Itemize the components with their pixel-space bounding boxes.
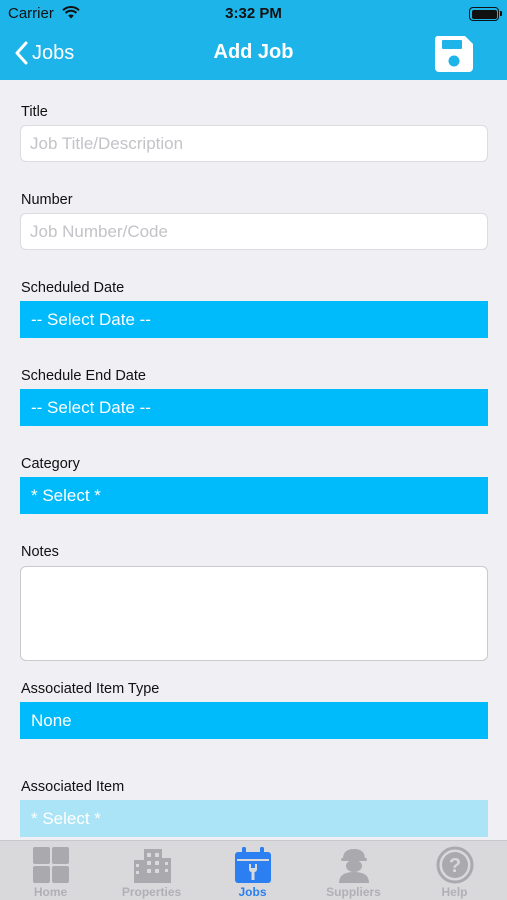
notes-textarea[interactable] xyxy=(20,566,488,661)
tab-suppliers[interactable]: Suppliers xyxy=(303,841,404,900)
associated-item-type-label: Associated Item Type xyxy=(21,681,160,697)
title-label: Title xyxy=(21,104,48,120)
category-label: Category xyxy=(21,456,80,472)
associated-item-select[interactable]: * Select * xyxy=(20,800,488,837)
tab-jobs[interactable]: Jobs xyxy=(202,841,303,900)
tab-properties[interactable]: Properties xyxy=(101,841,202,900)
save-icon xyxy=(434,36,473,72)
save-button[interactable] xyxy=(433,34,475,74)
scheduled-date-picker[interactable]: -- Select Date -- xyxy=(20,301,488,338)
building-icon xyxy=(133,849,171,883)
notes-label: Notes xyxy=(21,544,59,560)
number-label: Number xyxy=(21,192,73,208)
chevron-left-icon xyxy=(15,41,28,65)
question-icon: ? xyxy=(436,846,473,884)
svg-text:?: ? xyxy=(448,855,460,877)
associated-item-type-select[interactable]: None xyxy=(20,702,488,739)
title-input[interactable] xyxy=(20,125,488,162)
add-job-form: Title Number Scheduled Date -- Select Da… xyxy=(0,80,507,840)
tab-jobs-label: Jobs xyxy=(238,885,267,899)
tab-home-label: Home xyxy=(33,885,68,899)
category-select[interactable]: * Select * xyxy=(20,477,488,514)
back-button-label: Jobs xyxy=(32,41,75,64)
scheduled-date-label: Scheduled Date xyxy=(21,280,125,296)
calendar-wrench-icon xyxy=(234,847,271,883)
back-button[interactable]: Jobs xyxy=(14,38,74,68)
status-bar: Carrier 3:32 PM xyxy=(0,0,507,28)
tab-help[interactable]: ? Help xyxy=(404,841,505,900)
worker-icon xyxy=(338,849,369,883)
battery-icon xyxy=(469,7,502,21)
tab-properties-label: Properties xyxy=(121,885,182,899)
navigation-bar: Jobs Add Job xyxy=(0,28,507,80)
schedule-end-date-picker[interactable]: -- Select Date -- xyxy=(20,389,488,426)
page-title: Add Job xyxy=(213,41,294,63)
tab-bar: Home Properties Jobs Suppliers ? Help xyxy=(0,840,507,900)
grid-icon xyxy=(32,847,69,883)
tab-suppliers-label: Suppliers xyxy=(326,885,381,899)
associated-item-label: Associated Item xyxy=(21,779,125,795)
schedule-end-date-label: Schedule End Date xyxy=(21,368,146,384)
number-input[interactable] xyxy=(20,213,488,250)
tab-help-label: Help xyxy=(441,885,468,899)
tab-home[interactable]: Home xyxy=(0,841,101,900)
clock: 3:32 PM xyxy=(225,5,282,22)
